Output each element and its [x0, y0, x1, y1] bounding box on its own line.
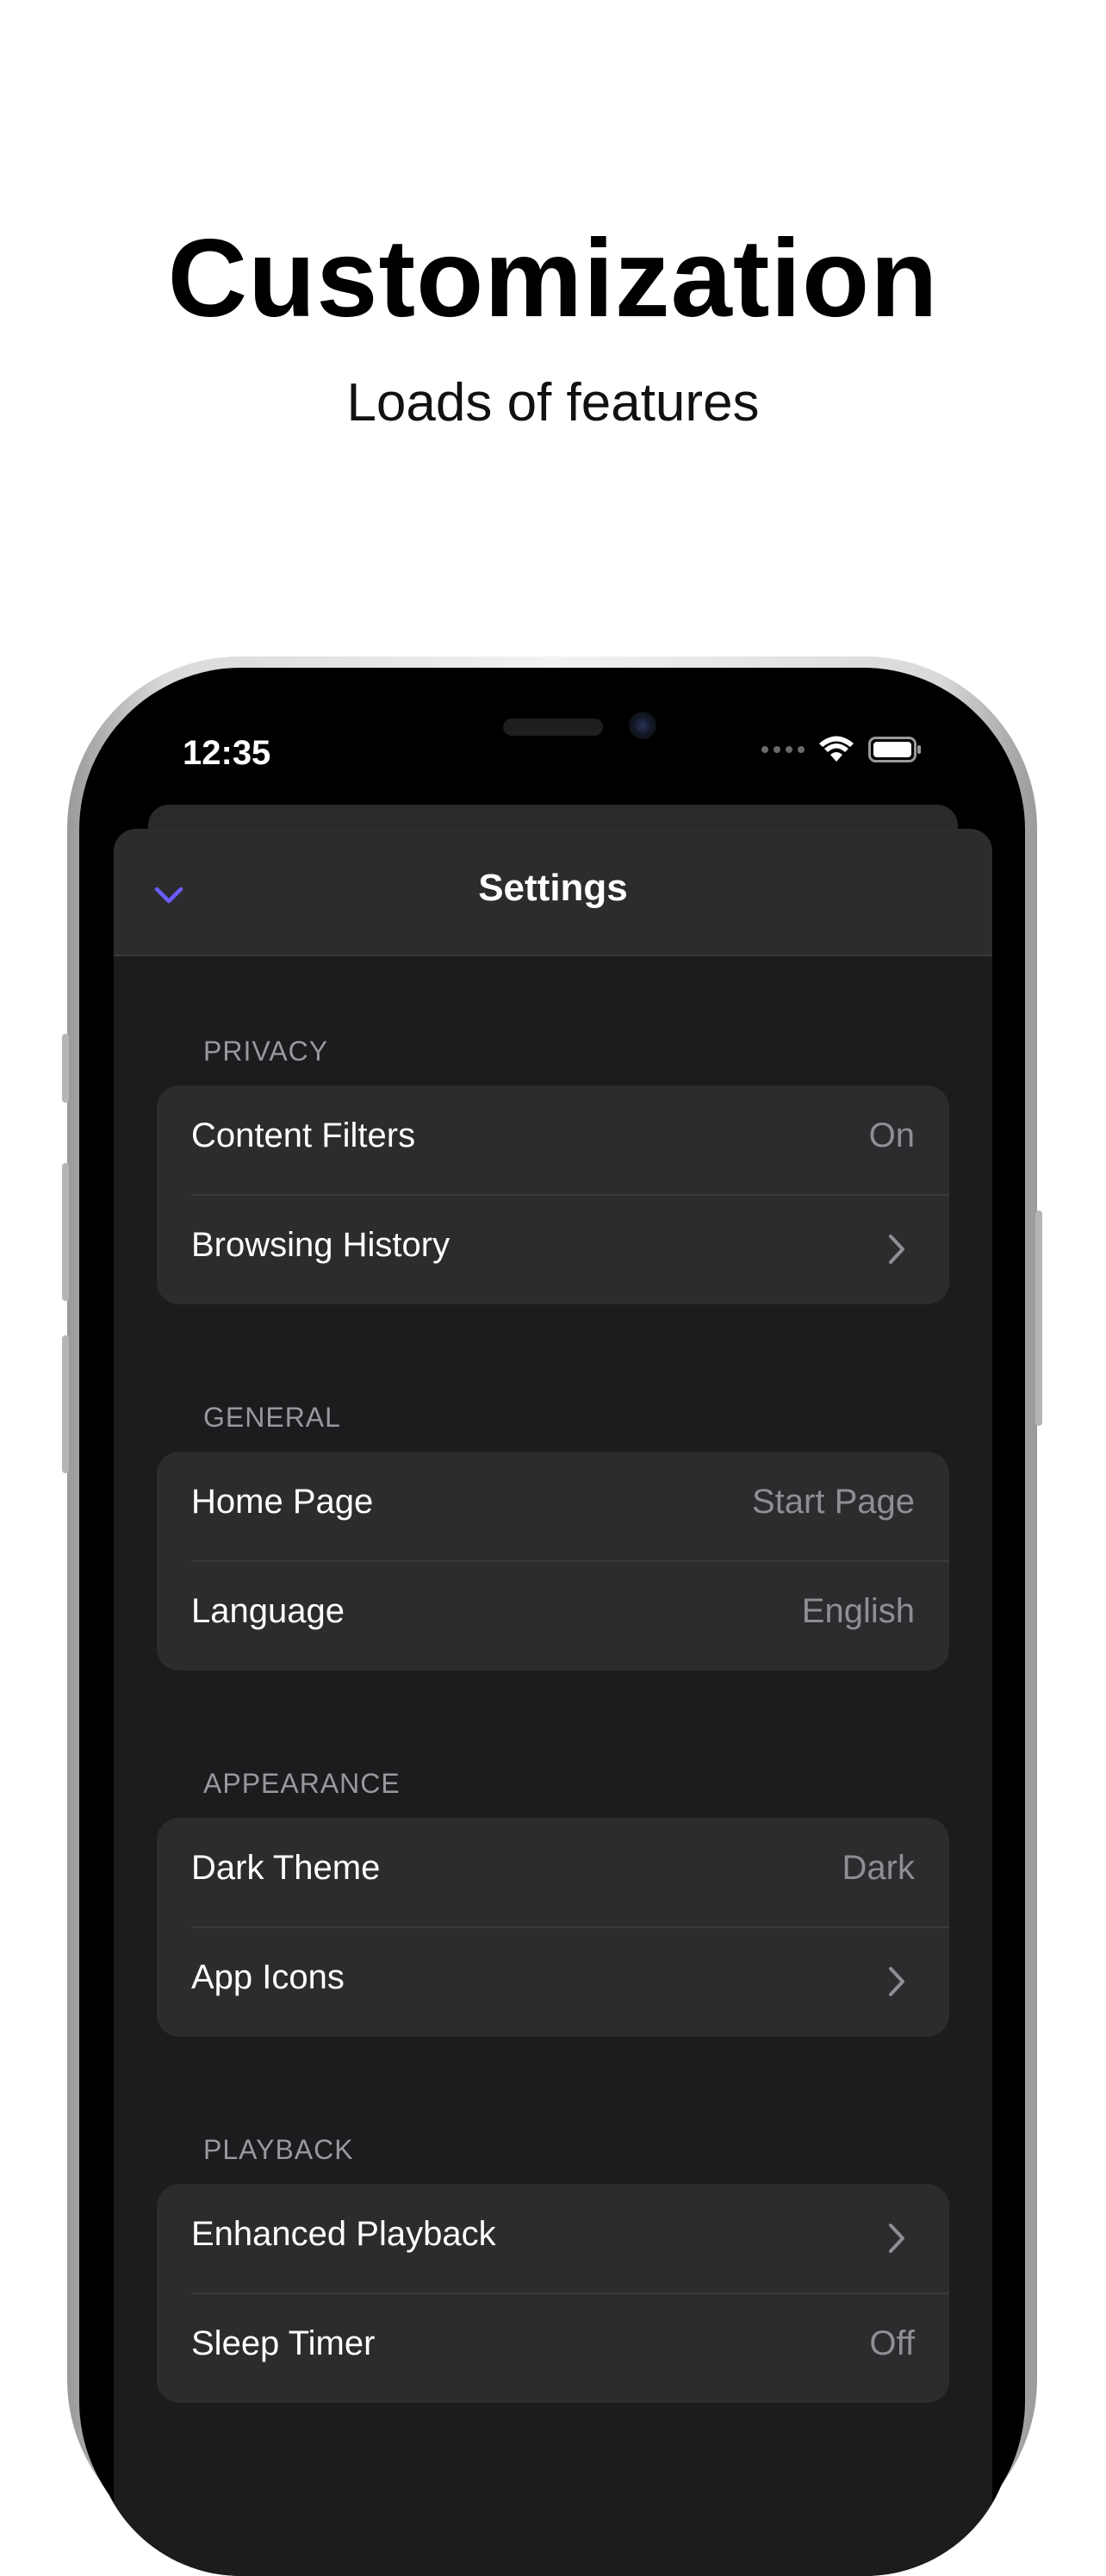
volume-down-button: [62, 1335, 69, 1473]
row-value: Start Page: [751, 1483, 915, 1521]
power-button: [1035, 1210, 1042, 1426]
row-browsing-history[interactable]: Browsing History: [157, 1195, 949, 1304]
row-label: Browsing History: [191, 1226, 450, 1264]
chevron-right-icon: [889, 1235, 904, 1264]
row-label: Enhanced Playback: [191, 2215, 496, 2253]
section-header-privacy: PRIVACY: [203, 1036, 329, 1067]
chevron-right-icon: [889, 2224, 904, 2253]
row-language[interactable]: Language English: [157, 1561, 949, 1671]
row-label: Sleep Timer: [191, 2324, 376, 2362]
row-label: Content Filters: [191, 1117, 416, 1154]
section-header-appearance: APPEARANCE: [203, 1768, 401, 1799]
chevron-right-icon: [889, 1967, 904, 1996]
battery-icon: [868, 737, 921, 762]
row-sleep-timer[interactable]: Sleep Timer Off: [157, 2293, 949, 2403]
row-value: On: [868, 1117, 915, 1154]
row-app-icons[interactable]: App Icons: [157, 1927, 949, 2037]
volume-up-button: [62, 1163, 69, 1301]
section-header-playback: PLAYBACK: [203, 2134, 354, 2165]
row-label: Language: [191, 1592, 345, 1630]
settings-group-general: Home Page Start Page Language English: [157, 1452, 949, 1671]
settings-group-appearance: Dark Theme Dark App Icons: [157, 1818, 949, 2037]
row-home-page[interactable]: Home Page Start Page: [157, 1452, 949, 1562]
row-content-filters[interactable]: Content Filters On: [157, 1086, 949, 1196]
settings-group-playback: Enhanced Playback Sleep Timer Off: [157, 2184, 949, 2403]
phone-screen: 12:35 Settings PRIVACY Content Filters O…: [93, 681, 1013, 2576]
row-value: Dark: [842, 1849, 915, 1887]
row-dark-theme[interactable]: Dark Theme Dark: [157, 1818, 949, 1928]
row-label: Home Page: [191, 1483, 374, 1521]
front-camera-icon: [629, 712, 656, 739]
row-enhanced-playback[interactable]: Enhanced Playback: [157, 2184, 949, 2294]
settings-group-privacy: Content Filters On Browsing History: [157, 1086, 949, 1304]
wifi-icon: [819, 736, 854, 762]
nav-bar: Settings: [114, 829, 992, 956]
status-icons: [761, 736, 922, 763]
section-header-general: GENERAL: [203, 1402, 341, 1433]
page-title: Settings: [478, 867, 628, 909]
action-button: [62, 1034, 69, 1103]
status-time: 12:35: [183, 734, 271, 772]
hero-title: Customization: [167, 217, 939, 340]
settings-sheet: Settings PRIVACY Content Filters On Brow…: [114, 829, 992, 2576]
earpiece-speaker: [503, 719, 603, 736]
cellular-icon: [761, 746, 805, 753]
row-label: Dark Theme: [191, 1849, 381, 1887]
row-label: App Icons: [191, 1958, 345, 1996]
row-value: Off: [869, 2324, 915, 2362]
hero-subtitle: Loads of features: [346, 373, 760, 432]
row-value: English: [801, 1592, 915, 1630]
